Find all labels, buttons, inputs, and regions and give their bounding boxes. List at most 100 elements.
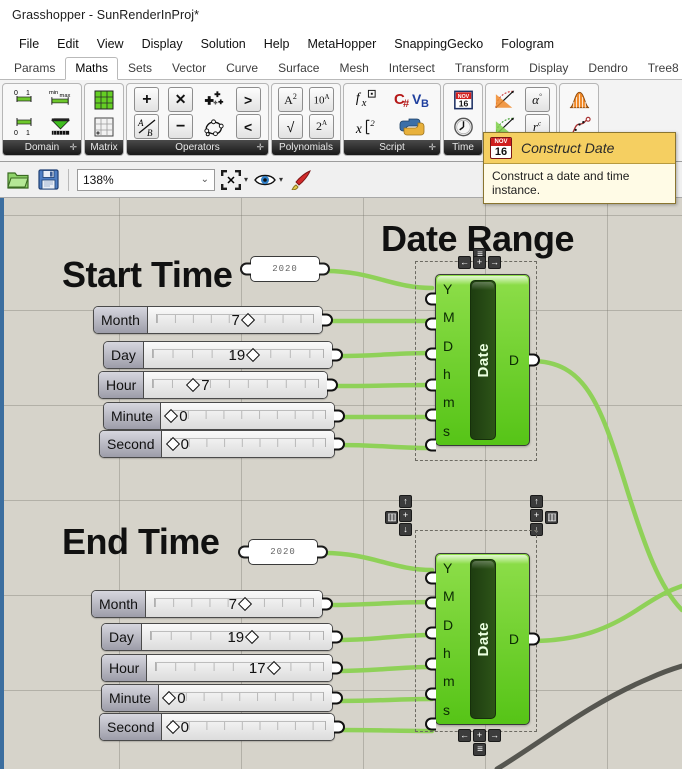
- tab-display[interactable]: Display: [519, 57, 578, 80]
- save-file-icon[interactable]: [36, 168, 60, 192]
- open-file-icon[interactable]: [6, 168, 30, 192]
- menu-item-edit[interactable]: Edit: [48, 34, 88, 54]
- tab-sets[interactable]: Sets: [118, 57, 162, 80]
- slider-handle-icon[interactable]: [245, 629, 260, 645]
- expression-icon[interactable]: fx: [354, 87, 379, 112]
- plus-icon[interactable]: +: [473, 729, 486, 742]
- menu-item-file[interactable]: File: [10, 34, 48, 54]
- bars-icon[interactable]: ▥: [545, 511, 558, 524]
- domain-minmax-icon[interactable]: min max: [48, 87, 73, 112]
- smaller-than-icon[interactable]: <: [235, 114, 261, 139]
- menu-item-help[interactable]: Help: [255, 34, 299, 54]
- preview-dropdown-icon[interactable]: ▾: [279, 175, 283, 184]
- component-construct-date-top[interactable]: Y M D h m s Date D: [425, 274, 540, 452]
- power-ten-icon[interactable]: 10A: [309, 87, 334, 112]
- domain-divide-icon[interactable]: [48, 114, 73, 139]
- tab-params[interactable]: Params: [4, 57, 65, 80]
- zoom-extents-icon[interactable]: ✕ ▾: [221, 169, 248, 190]
- year-panel-end[interactable]: 2020: [238, 539, 328, 565]
- power-two-icon[interactable]: 2A: [309, 114, 334, 139]
- group-expand-icon[interactable]: ✛: [256, 140, 264, 155]
- mass-addition-icon[interactable]: [202, 87, 227, 112]
- plus-icon[interactable]: +: [399, 509, 412, 522]
- right-arrow-icon[interactable]: →: [488, 256, 501, 269]
- menu-icon[interactable]: ≡: [473, 743, 486, 756]
- csharp-script-icon[interactable]: C # V B: [392, 87, 430, 112]
- tab-intersect[interactable]: Intersect: [379, 57, 445, 80]
- panel-input-nub[interactable]: [240, 262, 251, 276]
- addition-icon[interactable]: +: [134, 87, 160, 112]
- slider-month-start[interactable]: Month 7: [93, 306, 333, 334]
- division-icon[interactable]: AB: [134, 114, 160, 139]
- component-widget-bottom-arrows[interactable]: ← + →: [458, 729, 501, 742]
- slider-day-start[interactable]: Day 19: [103, 341, 343, 369]
- slider-handle-icon[interactable]: [266, 660, 281, 676]
- input-port-h[interactable]: [425, 378, 436, 392]
- plus-icon[interactable]: +: [530, 509, 543, 522]
- left-arrow-icon[interactable]: ←: [458, 256, 471, 269]
- slider-handle-icon[interactable]: [240, 312, 255, 328]
- slider-hour-end[interactable]: Hour 17: [101, 654, 343, 682]
- input-port-D[interactable]: [425, 626, 436, 640]
- degrees-icon[interactable]: [493, 87, 518, 112]
- slider-track[interactable]: 0: [161, 403, 334, 429]
- group-expand-icon[interactable]: ✛: [428, 140, 436, 155]
- input-port-Y[interactable]: [425, 292, 436, 306]
- right-arrow-icon[interactable]: →: [488, 729, 501, 742]
- preview-eye-icon[interactable]: ▾: [254, 172, 283, 188]
- input-port-Y[interactable]: [425, 571, 436, 585]
- slider-track[interactable]: 7: [145, 591, 322, 617]
- zoom-extents-dropdown-icon[interactable]: ▾: [244, 175, 248, 184]
- slider-track[interactable]: 7: [147, 307, 322, 333]
- component-construct-date-bottom[interactable]: Y M D h m s Date D: [425, 553, 540, 731]
- domain-components-icon[interactable]: 01: [12, 114, 37, 139]
- menu-item-display[interactable]: Display: [133, 34, 192, 54]
- matrix-gray-icon[interactable]: [92, 114, 117, 139]
- slider-second-start[interactable]: Second 0: [99, 430, 345, 458]
- slider-handle-icon[interactable]: [237, 596, 253, 612]
- mass-multiplication-icon[interactable]: [202, 114, 227, 139]
- group-expand-icon[interactable]: ✛: [69, 140, 77, 155]
- slider-track[interactable]: 7: [144, 372, 327, 398]
- up-arrow-icon[interactable]: ↑: [530, 495, 543, 508]
- larger-than-icon[interactable]: >: [235, 87, 261, 112]
- menu-item-fologram[interactable]: Fologram: [492, 34, 563, 54]
- input-port-m[interactable]: [425, 408, 436, 422]
- menu-item-view[interactable]: View: [88, 34, 133, 54]
- multiplication-icon[interactable]: ✕: [168, 87, 194, 112]
- slider-day-end[interactable]: Day 19: [101, 623, 343, 651]
- slider-handle-icon[interactable]: [165, 719, 180, 735]
- power-a-squared-icon[interactable]: A2: [278, 87, 303, 112]
- tab-curve[interactable]: Curve: [216, 57, 268, 80]
- slider-track[interactable]: 0: [162, 714, 334, 740]
- slider-minute-end[interactable]: Minute 0: [101, 684, 343, 712]
- tab-transform[interactable]: Transform: [445, 57, 519, 80]
- input-port-h[interactable]: [425, 657, 436, 671]
- tab-dendro[interactable]: Dendro: [578, 57, 637, 80]
- slider-handle-icon[interactable]: [164, 408, 179, 424]
- down-arrow-icon[interactable]: ↓: [399, 523, 412, 536]
- menu-item-solution[interactable]: Solution: [192, 34, 255, 54]
- slider-track[interactable]: 0: [159, 685, 332, 711]
- chevron-down-icon[interactable]: ⌄: [201, 174, 209, 185]
- slider-track[interactable]: 0: [162, 431, 334, 457]
- plus-icon[interactable]: +: [473, 256, 486, 269]
- construct-time-icon[interactable]: [451, 114, 476, 139]
- slider-hour-start[interactable]: Hour 7: [98, 371, 338, 399]
- construct-date-icon[interactable]: NOV 16: [451, 87, 476, 112]
- paint-brush-icon[interactable]: [289, 169, 313, 191]
- component-widget-top-arrows[interactable]: ← + →: [458, 256, 501, 269]
- square-root-icon[interactable]: √: [278, 114, 303, 139]
- zoom-level-select[interactable]: 138% ⌄: [77, 168, 215, 191]
- slider-handle-icon[interactable]: [162, 690, 177, 706]
- menu-item-snappinggecko[interactable]: SnappingGecko: [385, 34, 492, 54]
- component-widget-bottom-menu[interactable]: ≡: [473, 743, 486, 756]
- matrix-green-icon[interactable]: [92, 87, 117, 112]
- slider-handle-icon[interactable]: [246, 347, 261, 363]
- tab-mesh[interactable]: Mesh: [329, 57, 378, 80]
- domain-01-icon[interactable]: 01: [12, 87, 37, 112]
- input-port-D[interactable]: [425, 347, 436, 361]
- python-script-icon[interactable]: [392, 114, 430, 139]
- slider-month-end[interactable]: Month 7: [91, 590, 333, 618]
- input-port-s[interactable]: [425, 438, 436, 452]
